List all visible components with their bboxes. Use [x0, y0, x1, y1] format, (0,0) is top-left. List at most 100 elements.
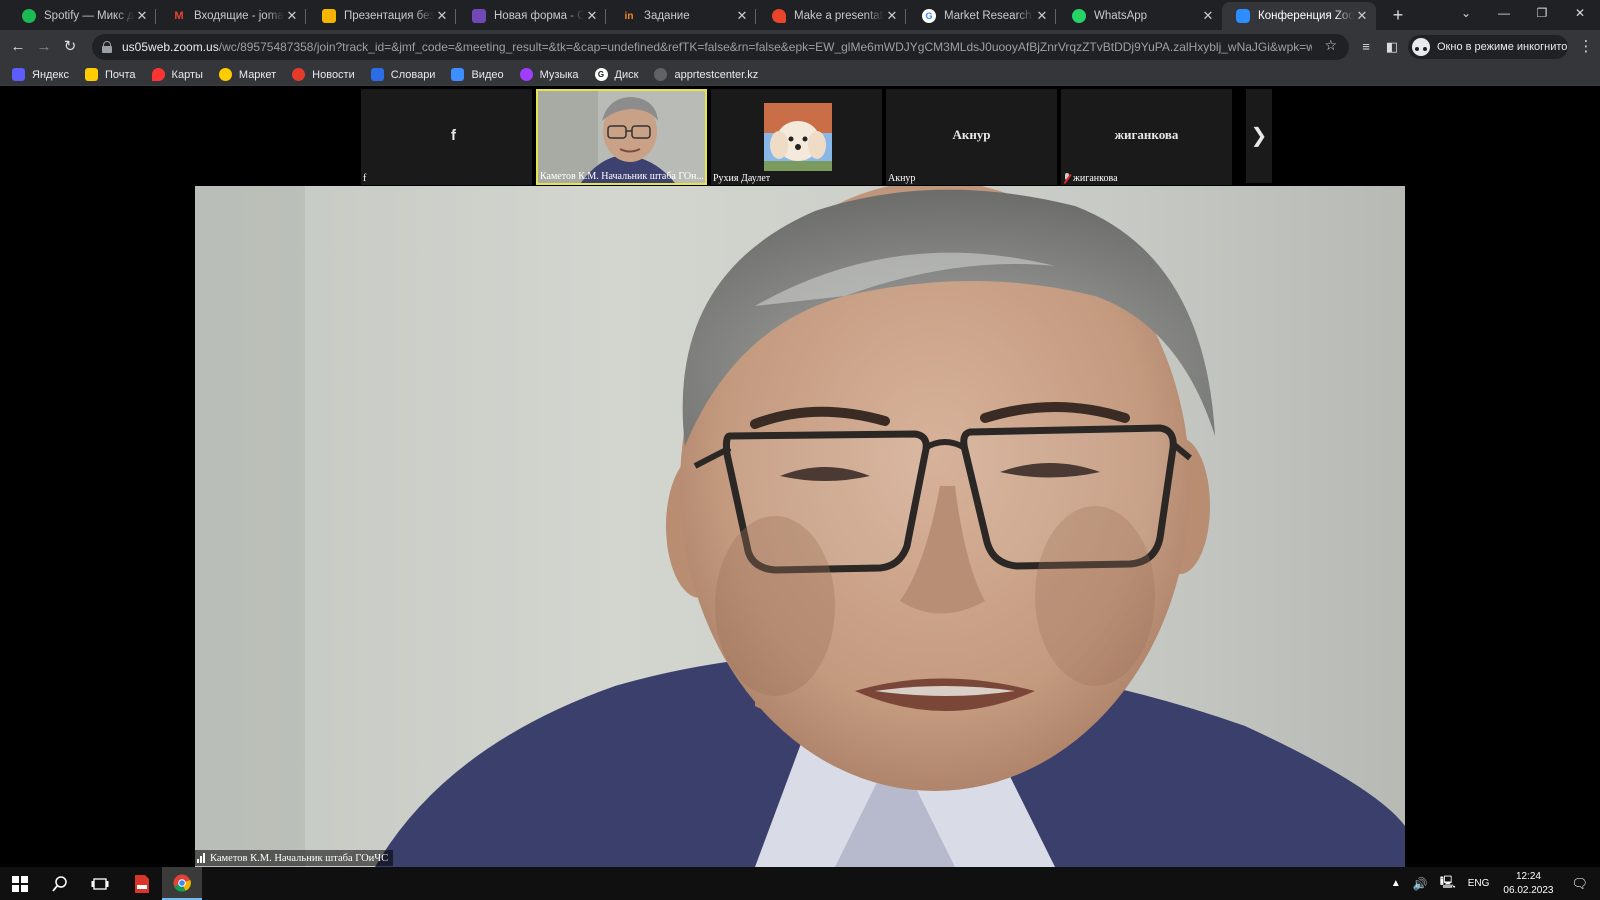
tab-close-icon[interactable]: ✕: [134, 8, 150, 24]
browser-toolbar: ← → ↻ us05web.zoom.us/wc/89575487358/joi…: [0, 30, 1600, 64]
tab-market-research[interactable]: G Market Research Repo ✕: [908, 2, 1056, 30]
tab-title: Входящие - jomartova: [194, 10, 284, 22]
back-arrow-icon[interactable]: ←: [6, 35, 30, 59]
tab-whatsapp[interactable]: WhatsApp ✕: [1058, 2, 1222, 30]
bookmark-label: apprtestcenter.kz: [674, 68, 759, 81]
bookmark-yandex[interactable]: Яндекс: [12, 68, 69, 81]
minimize-button[interactable]: —: [1484, 0, 1524, 30]
spotify-icon: [22, 9, 36, 23]
participant-name: Акнур: [888, 173, 1055, 184]
tab-close-icon[interactable]: ✕: [884, 8, 900, 24]
bookmark-label: Диск: [614, 68, 639, 81]
participant-tile[interactable]: Акнур Акнур: [886, 89, 1057, 185]
tab-title: Презентация без назв: [344, 10, 434, 22]
bookmark-star-icon[interactable]: ☆: [1324, 37, 1337, 54]
restore-button[interactable]: ❐: [1522, 0, 1562, 30]
tab-title: Новая форма - Google: [494, 10, 584, 22]
tab-title: Задание: [644, 10, 690, 22]
tab-slides[interactable]: Презентация без назв ✕: [308, 2, 456, 30]
windows-taskbar: ▲ 🔊 🖳 ENG 12:24 06.02.2023 🗨: [0, 867, 1600, 900]
input-language[interactable]: ENG: [1468, 878, 1490, 889]
gmail-icon: M: [174, 10, 184, 22]
lock-icon[interactable]: [102, 41, 112, 53]
bookmark-disk[interactable]: G Диск: [594, 68, 639, 81]
new-tab-button[interactable]: +: [1386, 3, 1410, 27]
bookmark-apprtestcenter[interactable]: apprtestcenter.kz: [654, 68, 758, 81]
tab-spotify[interactable]: Spotify — Микс дня # ✕: [8, 2, 156, 30]
tab-task[interactable]: in Задание ✕: [608, 2, 756, 30]
tab-close-icon[interactable]: ✕: [1034, 8, 1050, 24]
tab-close-icon[interactable]: ✕: [434, 8, 450, 24]
search-icon[interactable]: [40, 867, 80, 900]
bookmark-label: Видео: [471, 68, 504, 81]
mail-icon: [85, 68, 98, 81]
task-icon: in: [624, 10, 634, 22]
disk-icon: G: [594, 68, 608, 81]
news-icon: [292, 68, 306, 81]
participant-name: Рухия Даулет: [713, 173, 880, 184]
tab-close-icon[interactable]: ✕: [284, 8, 300, 24]
gallery-next-page-button[interactable]: ❯: [1246, 89, 1272, 183]
tab-search-icon[interactable]: ⌄: [1446, 0, 1486, 30]
incognito-icon: [1412, 38, 1430, 56]
reading-list-icon[interactable]: ≡: [1357, 38, 1375, 56]
tab-gmail[interactable]: M Входящие - jomartova ✕: [158, 2, 306, 30]
participant-initial: жиганкова: [1114, 127, 1179, 142]
tab-title: WhatsApp: [1094, 10, 1148, 22]
bookmark-label: Новости: [312, 68, 355, 81]
show-hidden-icons-icon[interactable]: ▲: [1391, 878, 1401, 889]
task-view-icon[interactable]: [80, 867, 120, 900]
reload-icon[interactable]: ↻: [58, 35, 82, 59]
bookmark-market[interactable]: Маркет: [218, 68, 276, 81]
yandex-icon: [12, 68, 25, 81]
tab-forms[interactable]: Новая форма - Google ✕: [458, 2, 606, 30]
bookmark-video[interactable]: Видео: [451, 68, 504, 81]
bookmark-news[interactable]: Новости: [292, 68, 355, 81]
globe-icon: [654, 68, 668, 81]
whatsapp-icon: [1072, 9, 1086, 23]
participant-tile[interactable]: жиганкова жиганкова: [1061, 89, 1232, 185]
network-icon[interactable]: 🖳: [1440, 873, 1456, 894]
incognito-badge[interactable]: Окно в режиме инкогнито: [1408, 35, 1568, 59]
tab-close-icon[interactable]: ✕: [734, 8, 750, 24]
tab-presentation[interactable]: Make a presentation o ✕: [758, 2, 906, 30]
close-window-button[interactable]: ✕: [1560, 0, 1600, 30]
chrome-taskbar-icon[interactable]: [162, 867, 202, 900]
windows-start-icon[interactable]: [0, 867, 40, 900]
presentation-icon: [772, 9, 786, 23]
system-tray: ▲ 🔊 🖳 ENG 12:24 06.02.2023 🗨: [1385, 867, 1600, 900]
bookmark-dictionary[interactable]: Словари: [370, 68, 436, 81]
tab-close-icon[interactable]: ✕: [1354, 8, 1370, 24]
participant-initial: f: [451, 127, 456, 144]
participant-tile-active[interactable]: Каметов К.М. Начальник штаба ГОн...: [536, 89, 707, 185]
active-speaker-label: Каметов К.М. Начальник штаба ГОиЧС: [195, 850, 394, 866]
participant-caption: Каметов К.М. Начальник штаба ГОн...: [540, 171, 703, 182]
participant-tile[interactable]: f f: [361, 89, 532, 185]
tab-zoom[interactable]: Конференция Zoom ✕: [1222, 2, 1376, 30]
participant-name: жиганкова: [1063, 173, 1230, 184]
participant-name: f: [363, 173, 530, 184]
muted-microphone-icon: [1063, 173, 1070, 184]
tab-close-icon[interactable]: ✕: [584, 8, 600, 24]
browser-menu-icon[interactable]: ⋮: [1576, 35, 1596, 59]
bookmark-maps[interactable]: Карты: [151, 68, 203, 81]
forward-arrow-icon[interactable]: →: [32, 35, 56, 59]
bookmark-label: Словари: [390, 68, 436, 81]
notification-center-icon[interactable]: 🗨: [1571, 876, 1588, 892]
side-panel-icon[interactable]: ◧: [1383, 38, 1401, 56]
tab-title: Конференция Zoom: [1258, 10, 1354, 22]
participant-caption: жиганкова: [1073, 173, 1118, 184]
pdf-reader-icon[interactable]: [122, 867, 162, 900]
participant-tile[interactable]: Рухия Даулет: [711, 89, 882, 185]
url-text[interactable]: us05web.zoom.us/wc/89575487358/join?trac…: [122, 40, 1312, 54]
taskbar-clock[interactable]: 12:24 06.02.2023: [1503, 870, 1553, 898]
bookmark-label: Яндекс: [32, 68, 69, 81]
address-bar[interactable]: us05web.zoom.us/wc/89575487358/join?trac…: [92, 34, 1349, 60]
bookmark-label: Музыка: [539, 68, 579, 81]
bookmark-mail[interactable]: Почта: [85, 68, 136, 81]
participant-name: Каметов К.М. Начальник штаба ГОн...: [540, 171, 703, 182]
volume-icon[interactable]: 🔊: [1413, 877, 1428, 891]
dictionary-icon: [370, 68, 384, 81]
tab-close-icon[interactable]: ✕: [1200, 8, 1216, 24]
bookmark-music[interactable]: Музыка: [519, 68, 579, 81]
